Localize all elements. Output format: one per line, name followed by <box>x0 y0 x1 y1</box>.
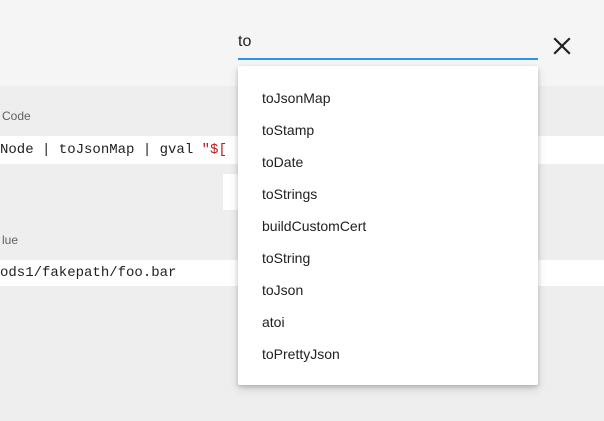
code-string-text: "$[ <box>201 142 227 158</box>
suggestion-item[interactable]: toJson <box>238 274 538 306</box>
code-plain-text: Node | toJsonMap | gval <box>0 142 202 158</box>
suggestion-item[interactable]: buildCustomCert <box>238 210 538 242</box>
suggestion-item[interactable]: toString <box>238 242 538 274</box>
suggestion-item[interactable]: toDate <box>238 146 538 178</box>
search-input[interactable] <box>238 28 538 56</box>
search-field <box>238 28 538 60</box>
suggestion-item[interactable]: toStamp <box>238 114 538 146</box>
value-label: lue <box>2 233 19 247</box>
close-button[interactable] <box>550 34 574 58</box>
suggestion-item[interactable]: toStrings <box>238 178 538 210</box>
suggestion-dropdown: toJsonMap toStamp toDate toStrings buildCust… <box>238 66 538 385</box>
suggestion-item[interactable]: toPrettyJson <box>238 338 538 370</box>
suggestion-item[interactable]: toJsonMap <box>238 82 538 114</box>
suggestion-item[interactable]: atoi <box>238 306 538 338</box>
close-icon <box>550 34 574 58</box>
code-label: Code <box>2 109 31 123</box>
